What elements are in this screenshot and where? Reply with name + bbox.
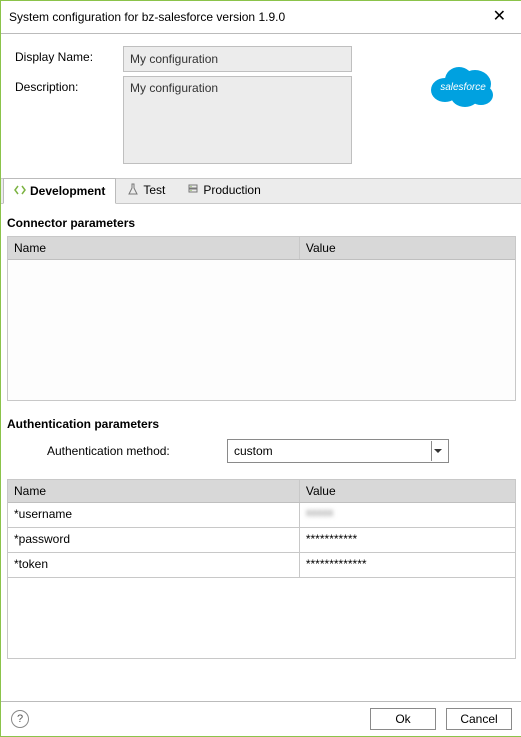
auth-method-value: custom xyxy=(234,444,273,458)
auth-params-table: Name Value *username xxxxx *password ***… xyxy=(7,479,516,659)
connector-col-name[interactable]: Name xyxy=(8,237,300,259)
description-input[interactable]: My configuration xyxy=(123,76,352,164)
connector-params-table: Name Value xyxy=(7,236,516,401)
server-icon xyxy=(187,183,199,198)
code-icon xyxy=(14,184,26,199)
tab-production-label: Production xyxy=(203,183,260,197)
auth-password-name: *password xyxy=(8,528,300,552)
table-row[interactable]: *token ************* xyxy=(8,553,515,578)
svg-text:salesforce: salesforce xyxy=(440,82,486,93)
auth-col-value[interactable]: Value xyxy=(300,480,515,502)
auth-token-name: *token xyxy=(8,553,300,577)
auth-col-name[interactable]: Name xyxy=(8,480,300,502)
auth-params-title: Authentication parameters xyxy=(7,417,516,431)
flask-icon xyxy=(127,183,139,198)
tab-development-label: Development xyxy=(30,184,105,198)
table-row[interactable]: *username xxxxx xyxy=(8,503,515,528)
cancel-button[interactable]: Cancel xyxy=(446,708,512,730)
tab-test-label: Test xyxy=(143,183,165,197)
auth-password-value[interactable]: *********** xyxy=(300,528,515,552)
connector-params-body[interactable] xyxy=(8,260,515,400)
tab-production[interactable]: Production xyxy=(176,177,271,203)
close-icon[interactable]: ✕ xyxy=(487,7,512,27)
table-row[interactable]: *password *********** xyxy=(8,528,515,553)
salesforce-logo: salesforce xyxy=(418,46,508,168)
connector-params-title: Connector parameters xyxy=(7,216,516,230)
env-tabs: Development Test Production xyxy=(1,178,521,204)
auth-params-body[interactable] xyxy=(8,578,515,658)
connector-col-value[interactable]: Value xyxy=(300,237,515,259)
display-name-input[interactable] xyxy=(123,46,352,72)
auth-token-value[interactable]: ************* xyxy=(300,553,515,577)
auth-username-name: *username xyxy=(8,503,300,527)
tab-test[interactable]: Test xyxy=(116,177,176,203)
auth-username-value[interactable]: xxxxx xyxy=(300,503,515,527)
display-name-label: Display Name: xyxy=(15,46,123,72)
auth-method-select[interactable]: custom xyxy=(227,439,449,463)
help-icon[interactable]: ? xyxy=(11,710,29,728)
ok-button[interactable]: Ok xyxy=(370,708,436,730)
description-label: Description: xyxy=(15,76,123,164)
tab-development[interactable]: Development xyxy=(3,178,116,204)
window-title: System configuration for bz-salesforce v… xyxy=(9,10,285,24)
chevron-down-icon xyxy=(431,441,444,461)
auth-method-label: Authentication method: xyxy=(47,444,227,458)
